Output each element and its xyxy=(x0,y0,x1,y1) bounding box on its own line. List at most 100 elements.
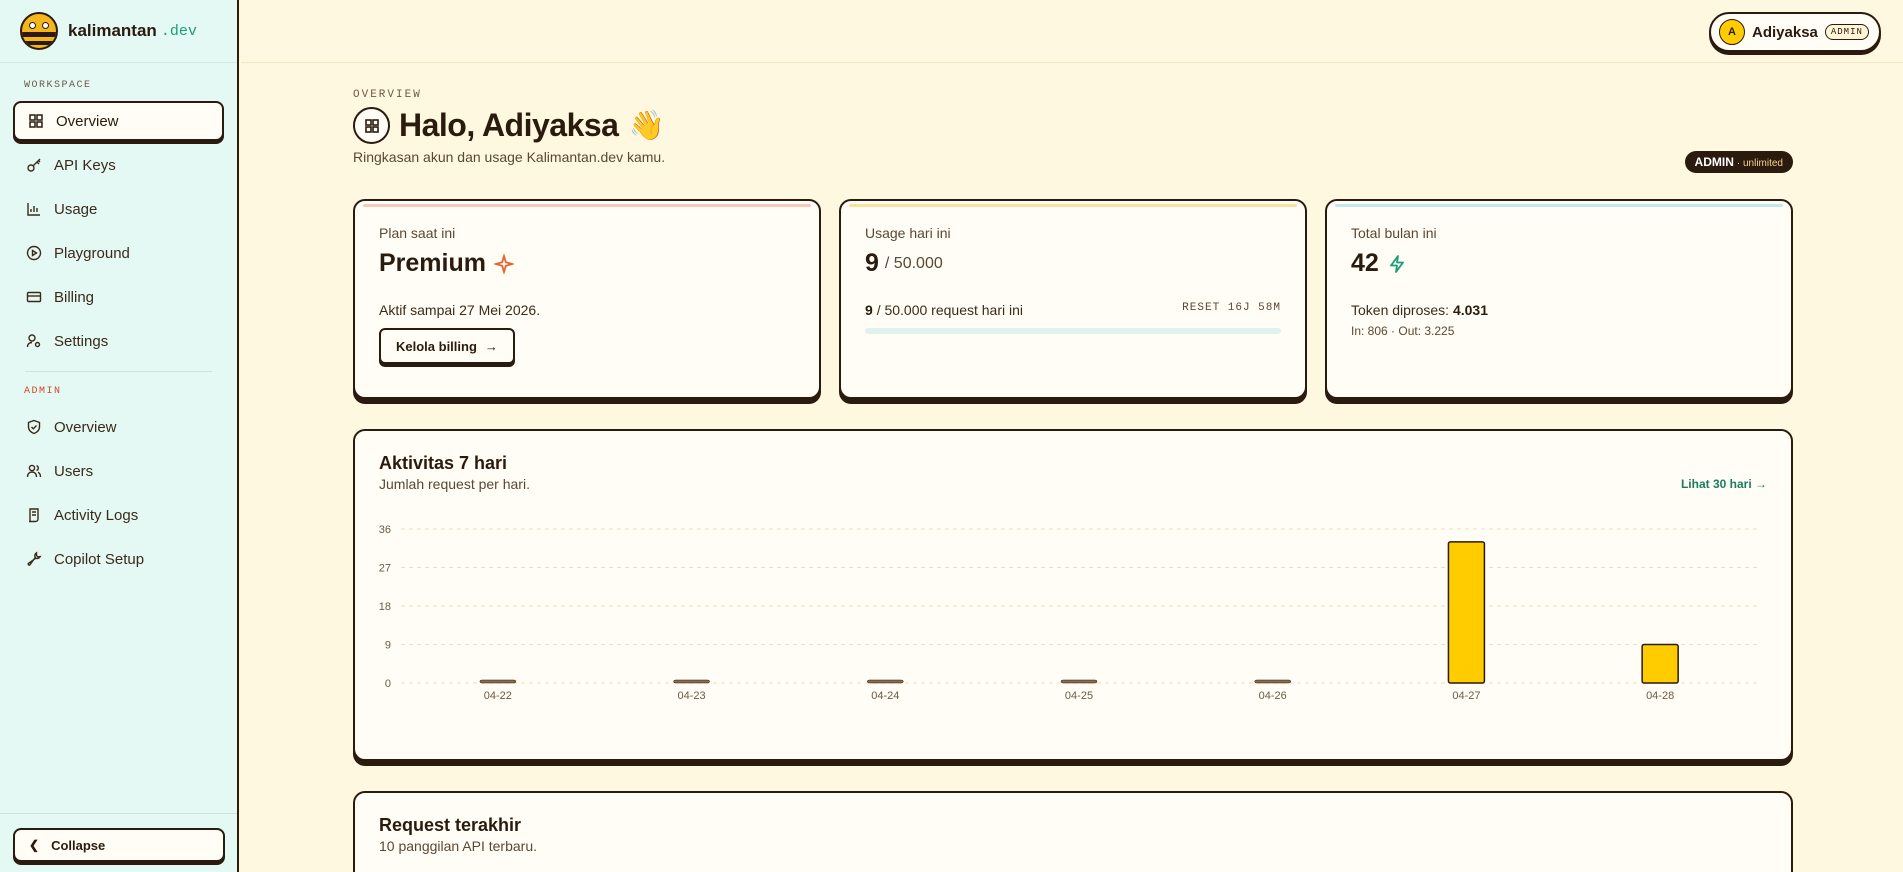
bar xyxy=(479,679,517,684)
user-cog-icon xyxy=(26,333,42,349)
x-tick-label: 04-27 xyxy=(1452,690,1480,702)
total-value: 42 xyxy=(1351,249,1379,277)
lightning-icon xyxy=(1389,254,1404,273)
x-tick-label: 04-22 xyxy=(484,690,512,702)
y-tick-label: 27 xyxy=(379,563,391,575)
usage-progress-bar xyxy=(865,328,1281,334)
page-subtitle: Ringkasan akun dan usage Kalimantan.dev … xyxy=(353,149,666,165)
sidebar-item-label: Billing xyxy=(54,288,95,306)
role-badge-label: ADMIN xyxy=(1694,155,1734,169)
bar xyxy=(1447,541,1486,684)
sidebar-item-label: Users xyxy=(54,462,94,480)
tokens-label: Token diproses: xyxy=(1351,302,1450,318)
bar xyxy=(867,679,904,684)
workspace-section-label: WORKSPACE xyxy=(24,80,92,91)
manage-billing-button[interactable]: Kelola billing → xyxy=(379,328,515,364)
activity-bar-chart: 0 9 18 27 36 04-22 04-23 04-24 04-25 04-26 04-27 04… xyxy=(379,524,1757,702)
arrow-right-icon: → xyxy=(484,338,498,354)
card-stripe xyxy=(1335,204,1783,207)
sidebar-item-users[interactable]: Users xyxy=(13,451,224,491)
wrench-icon xyxy=(26,551,42,567)
plan-value-row: Premium xyxy=(379,249,795,278)
recent-title: Request terakhir xyxy=(379,815,522,835)
page-eyebrow: OVERVIEW xyxy=(353,89,422,101)
usage-label: Usage hari ini xyxy=(865,225,951,241)
total-card: Total bulan ini 42 Token diproses: 4.031… xyxy=(1325,199,1793,399)
sidebar: kalimantan .dev WORKSPACE Overview API K… xyxy=(0,0,239,872)
collapse-divider xyxy=(0,813,237,814)
x-tick-label: 04-24 xyxy=(871,690,899,702)
avatar: A xyxy=(1719,19,1745,45)
sidebar-item-usage[interactable]: Usage xyxy=(13,189,224,229)
bar xyxy=(673,679,710,684)
y-tick-label: 9 xyxy=(385,640,391,652)
usage-value: 9 xyxy=(865,249,879,277)
sidebar-item-label: Overview xyxy=(56,112,119,130)
bee-logo-icon xyxy=(20,12,58,50)
activity-panel: Aktivitas 7 hari Jumlah request per hari… xyxy=(353,429,1793,761)
sidebar-item-settings[interactable]: Settings xyxy=(13,321,224,361)
title-row: Halo, Adiyaksa 👋 xyxy=(353,107,1793,144)
usage-detail: 9 / 50.000 request hari ini xyxy=(865,302,1023,318)
activity-title: Aktivitas 7 hari xyxy=(379,453,508,473)
plan-value: Premium xyxy=(379,249,486,277)
users-icon xyxy=(26,463,42,479)
role-badge: ADMIN · unlimited xyxy=(1684,151,1793,173)
key-icon xyxy=(26,157,42,173)
total-value-row: 42 xyxy=(1351,249,1767,278)
bar xyxy=(1060,679,1098,684)
usage-used: 9 xyxy=(865,302,873,318)
tokens-row: Token diproses: 4.031 xyxy=(1351,302,1767,318)
user-name: Adiyaksa xyxy=(1752,23,1818,41)
grid-icon xyxy=(28,113,44,129)
reset-timer: RESET 16J 58M xyxy=(1182,302,1281,314)
user-menu-button[interactable]: A Adiyaksa ADMIN xyxy=(1709,12,1881,52)
plan-card: Plan saat ini Premium Aktif sampai 27 Me… xyxy=(353,199,821,399)
sidebar-item-admin-overview[interactable]: Overview xyxy=(13,407,224,447)
sidebar-item-billing[interactable]: Billing xyxy=(13,277,224,317)
y-tick-label: 0 xyxy=(385,678,391,690)
bar xyxy=(1641,643,1679,684)
sidebar-item-overview[interactable]: Overview xyxy=(13,101,224,141)
view-30-days-link[interactable]: Lihat 30 hari → xyxy=(1681,477,1767,491)
sidebar-item-label: API Keys xyxy=(54,156,116,174)
brand[interactable]: kalimantan .dev xyxy=(0,0,237,63)
recent-requests-panel: Request terakhir 10 panggilan API terbar… xyxy=(353,791,1793,872)
scroll-icon xyxy=(26,507,42,523)
role-tag: ADMIN xyxy=(1824,24,1869,40)
role-badge-suffix: · unlimited xyxy=(1736,158,1783,169)
sidebar-item-playground[interactable]: Playground xyxy=(13,233,224,273)
sidebar-item-copilot-setup[interactable]: Copilot Setup xyxy=(13,539,224,579)
sidebar-item-api-keys[interactable]: API Keys xyxy=(13,145,224,185)
usage-detail-text: / 50.000 request hari ini xyxy=(876,302,1024,318)
sidebar-item-label: Activity Logs xyxy=(54,506,139,524)
main-content: OVERVIEW Halo, Adiyaksa 👋 Ringkasan akun… xyxy=(353,63,1793,872)
y-tick-label: 18 xyxy=(379,601,391,613)
usage-card: Usage hari ini 9 / 50.000 9 / 50.000 req… xyxy=(839,199,1307,399)
page-title: Halo, Adiyaksa xyxy=(399,107,619,143)
card-stripe xyxy=(363,204,811,207)
admin-section-label: ADMIN xyxy=(24,386,62,397)
play-icon xyxy=(26,245,42,261)
recent-subtitle: 10 panggilan API terbaru. xyxy=(379,838,538,854)
stat-cards: Plan saat ini Premium Aktif sampai 27 Me… xyxy=(353,199,1793,399)
plan-label: Plan saat ini xyxy=(379,225,456,241)
usage-detail-row: 9 / 50.000 request hari ini RESET 16J 58… xyxy=(865,302,1281,318)
bar-chart-icon xyxy=(26,201,42,217)
sidebar-item-activity-logs[interactable]: Activity Logs xyxy=(13,495,224,535)
collapse-button[interactable]: ❮ Collapse xyxy=(13,828,225,862)
total-label: Total bulan ini xyxy=(1351,225,1437,241)
usage-limit: / 50.000 xyxy=(884,254,943,272)
collapse-label: Collapse xyxy=(51,837,106,853)
chevron-left-icon: ❮ xyxy=(29,838,40,852)
brand-name: kalimantan xyxy=(68,21,157,40)
sidebar-item-label: Playground xyxy=(54,244,130,262)
sidebar-item-label: Overview xyxy=(54,418,117,436)
grid-icon xyxy=(353,107,390,144)
shield-icon xyxy=(26,419,42,435)
top-bar: A Adiyaksa ADMIN xyxy=(241,0,1903,63)
tokens-value: 4.031 xyxy=(1452,302,1488,318)
sidebar-divider xyxy=(25,371,212,372)
usage-value-row: 9 / 50.000 xyxy=(865,249,1281,278)
tokens-breakdown: In: 806 · Out: 3.225 xyxy=(1351,324,1455,338)
